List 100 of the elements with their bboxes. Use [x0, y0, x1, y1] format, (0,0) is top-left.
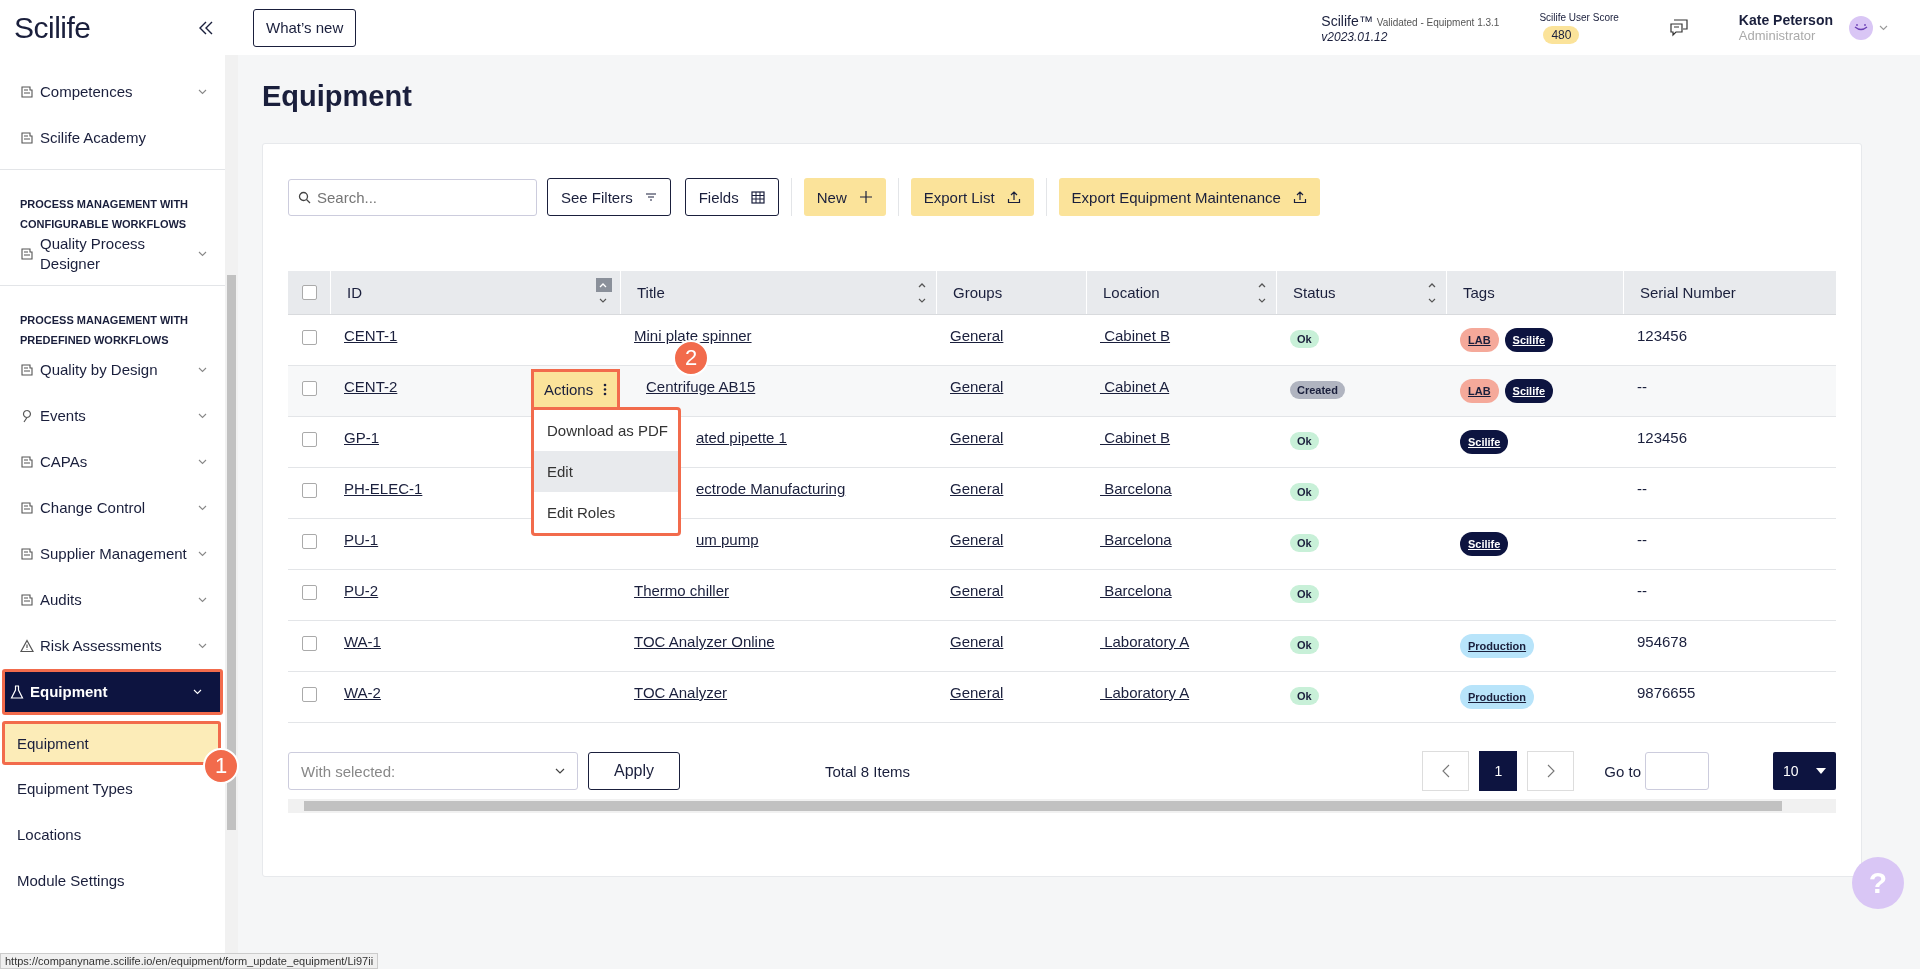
location-link[interactable]: Cabinet A: [1100, 378, 1170, 395]
sidebar-subitem[interactable]: Locations: [0, 811, 225, 857]
status-badge: Created: [1290, 381, 1345, 399]
tag[interactable]: Scilife: [1460, 532, 1509, 556]
tag[interactable]: Production: [1460, 685, 1535, 709]
checkbox[interactable]: [301, 381, 317, 396]
title-link[interactable]: Centrifuge AB15: [646, 378, 756, 395]
page-button[interactable]: 1: [1479, 751, 1518, 791]
tag[interactable]: Scilife: [1504, 328, 1553, 352]
equipment-id-link[interactable]: PU-1: [344, 531, 379, 548]
group-link[interactable]: General: [950, 429, 1004, 446]
sidebar-item[interactable]: Scilife Academy: [0, 115, 225, 161]
group-link[interactable]: General: [950, 633, 1004, 650]
title-link[interactable]: TOC Analyzer: [634, 684, 728, 701]
next-page-button[interactable]: [1527, 751, 1575, 791]
checkbox[interactable]: [301, 483, 317, 498]
tag[interactable]: Scilife: [1504, 379, 1553, 403]
checkbox[interactable]: [301, 285, 317, 300]
equipment-id-link[interactable]: CENT-2: [344, 378, 398, 395]
sidebar-item[interactable]: Equipment: [2, 669, 223, 715]
group-link[interactable]: General: [950, 378, 1004, 395]
page-input[interactable]: [1645, 752, 1709, 790]
chat-icon[interactable]: [1668, 17, 1689, 38]
title-link[interactable]: um pump: [696, 531, 759, 548]
location-link[interactable]: Cabinet B: [1100, 429, 1171, 446]
checkbox[interactable]: [301, 585, 317, 600]
tag[interactable]: Production: [1460, 634, 1535, 658]
column-header[interactable]: Tags: [1463, 284, 1495, 301]
scrollbar[interactable]: [288, 799, 1836, 813]
sidebar-item[interactable]: Change Control: [0, 485, 225, 531]
menu-item[interactable]: Edit Roles: [534, 492, 678, 533]
checkbox[interactable]: [301, 636, 317, 651]
group-link[interactable]: General: [950, 582, 1004, 599]
sidebar-item[interactable]: Risk Assessments: [0, 623, 225, 669]
export-list-button[interactable]: Export List: [910, 178, 1034, 216]
whats-new-button[interactable]: What’s new: [253, 8, 357, 47]
scrollbar[interactable]: [225, 55, 238, 953]
group-link[interactable]: General: [950, 480, 1004, 497]
filter-icon: [644, 192, 657, 202]
group-link[interactable]: General: [950, 684, 1004, 701]
equipment-id-link[interactable]: PU-2: [344, 582, 379, 599]
sidebar-subitem[interactable]: Module Settings: [0, 857, 225, 903]
group-link[interactable]: General: [950, 531, 1004, 548]
equipment-id-link[interactable]: GP-1: [344, 429, 379, 446]
title-link[interactable]: Thermo chiller: [634, 582, 730, 599]
equipment-id-link[interactable]: CENT-1: [344, 327, 398, 344]
chevron-down-icon: [555, 768, 565, 774]
validation-label: Validated - Equipment 1.3.1: [1376, 16, 1500, 28]
column-header[interactable]: Status: [1293, 284, 1336, 301]
actions-button[interactable]: Actions: [531, 369, 621, 407]
sidebar-item[interactable]: Audits: [0, 577, 225, 623]
checkbox[interactable]: [301, 330, 317, 345]
location-link[interactable]: Laboratory A: [1100, 684, 1190, 701]
chevron-down-icon: [198, 367, 207, 373]
tag[interactable]: Scilife: [1460, 430, 1509, 454]
checkbox[interactable]: [301, 534, 317, 549]
column-header[interactable]: Location: [1103, 284, 1160, 301]
menu-item[interactable]: Download as PDF: [534, 410, 678, 451]
column-header[interactable]: ID: [347, 284, 362, 301]
fields-button[interactable]: Fields: [684, 178, 779, 216]
location-link[interactable]: Barcelona: [1100, 582, 1172, 599]
sidebar-item[interactable]: Competences: [0, 69, 225, 115]
export-maintenance-button[interactable]: Export Equipment Maintenance: [1058, 178, 1320, 216]
chevron-left-icon: [1441, 764, 1450, 778]
checkbox[interactable]: [301, 687, 317, 702]
location-link[interactable]: Cabinet B: [1100, 327, 1171, 344]
sidebar-item[interactable]: Supplier Management: [0, 531, 225, 577]
chevron-down-icon[interactable]: [1879, 24, 1888, 31]
sidebar-item[interactable]: Quality Process Designer: [0, 231, 225, 277]
tag[interactable]: LAB: [1460, 328, 1499, 352]
title-link[interactable]: TOC Analyzer Online: [634, 633, 775, 650]
title-link[interactable]: ated pipette 1: [696, 429, 787, 446]
search-field[interactable]: Search...: [288, 178, 537, 216]
equipment-id-link[interactable]: PH-ELEC-1: [344, 480, 423, 497]
sidebar-item[interactable]: CAPAs: [0, 439, 225, 485]
filters-button[interactable]: See Filters: [547, 178, 671, 216]
location-link[interactable]: Barcelona: [1100, 480, 1172, 497]
collapse-icon[interactable]: [198, 19, 214, 36]
tag[interactable]: LAB: [1460, 379, 1499, 403]
sidebar-item[interactable]: Events: [0, 393, 225, 439]
equipment-id-link[interactable]: WA-1: [344, 633, 381, 650]
new-button[interactable]: New: [803, 178, 886, 216]
group-link[interactable]: General: [950, 327, 1004, 344]
page-size-dropdown[interactable]: 10: [1773, 752, 1836, 790]
document-icon: [20, 363, 34, 377]
sidebar-item[interactable]: Quality by Design: [0, 347, 225, 393]
apply-button[interactable]: Apply: [588, 752, 680, 790]
column-header[interactable]: Serial Number: [1640, 284, 1736, 301]
equipment-id-link[interactable]: WA-2: [344, 684, 381, 701]
location-link[interactable]: Barcelona: [1100, 531, 1172, 548]
title-link[interactable]: ectrode Manufacturing: [696, 480, 846, 497]
checkbox[interactable]: [301, 432, 317, 447]
column-header[interactable]: Title: [637, 284, 665, 301]
menu-item[interactable]: Edit: [534, 451, 678, 492]
avatar-icon[interactable]: [1849, 15, 1873, 40]
column-header[interactable]: Groups: [953, 284, 1003, 301]
location-link[interactable]: Laboratory A: [1100, 633, 1190, 650]
previous-page-button[interactable]: [1422, 751, 1470, 791]
status-badge: Ok: [1290, 483, 1319, 501]
with-selected-dropdown[interactable]: With selected:: [288, 752, 578, 790]
